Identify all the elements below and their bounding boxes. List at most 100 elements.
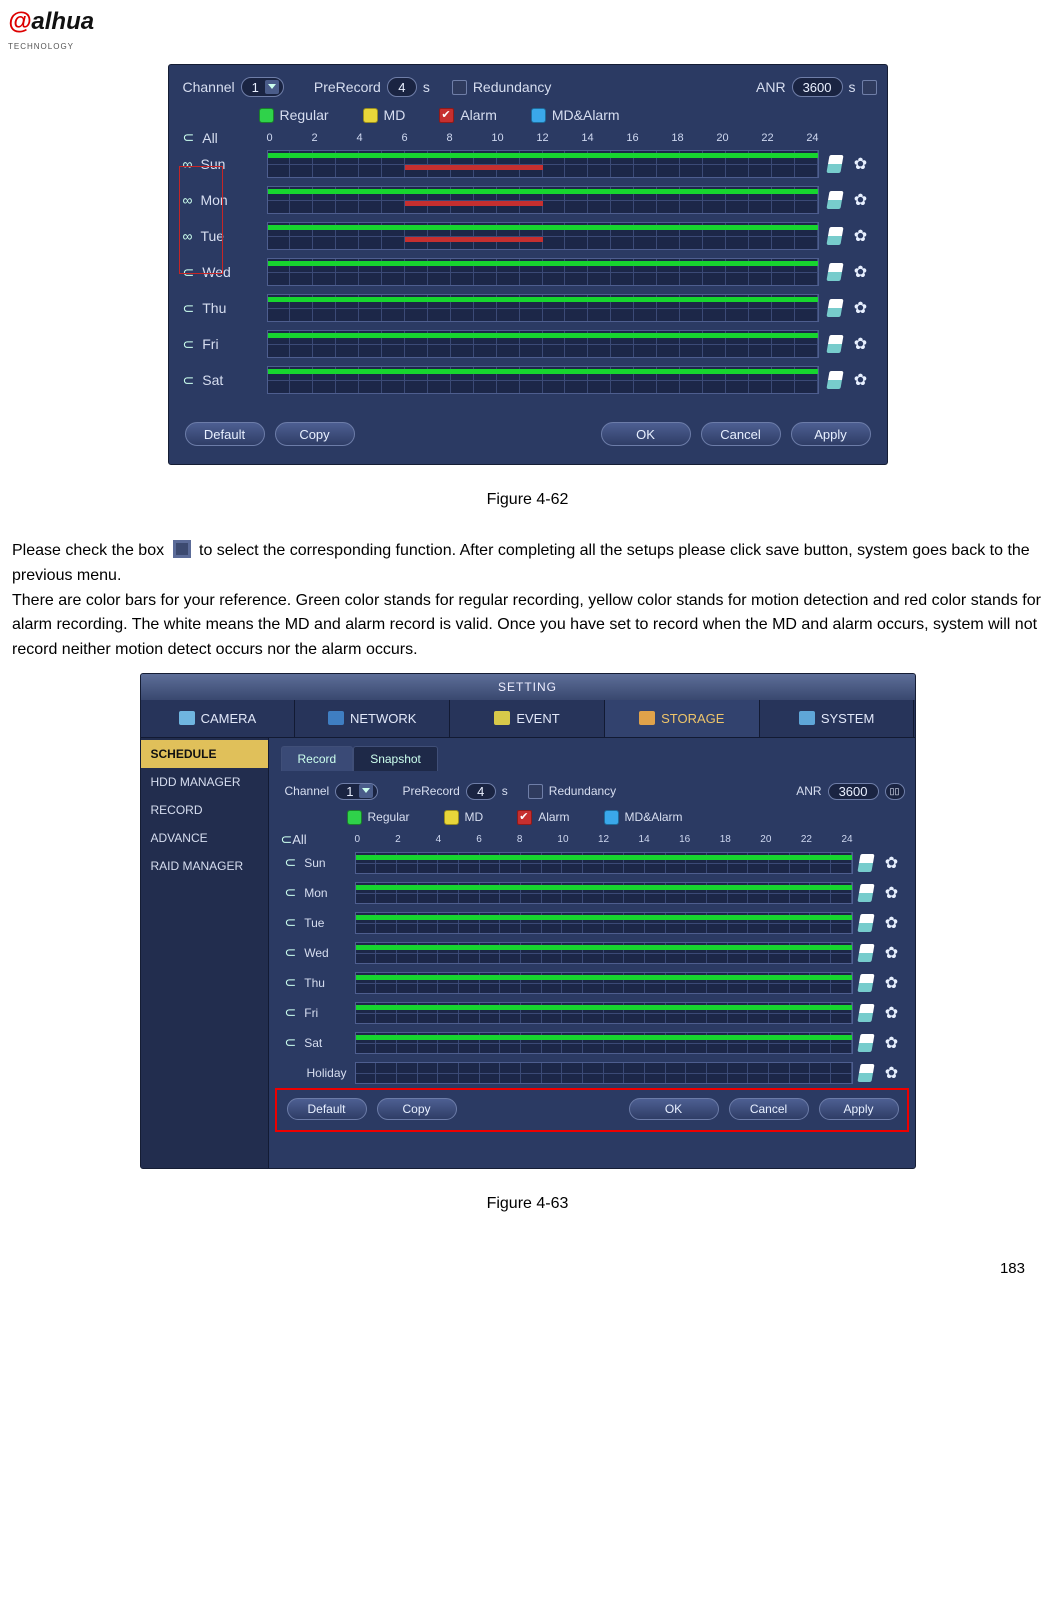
ok-button[interactable]: OK [601, 422, 691, 446]
gear-icon[interactable]: ✿ [885, 973, 898, 993]
sidebar-item-record[interactable]: RECORD [141, 796, 268, 824]
default-button[interactable]: Default [185, 422, 265, 446]
copy-button[interactable]: Copy [377, 1098, 457, 1120]
legend-alarm-checkbox[interactable] [439, 108, 454, 123]
tab-camera[interactable]: CAMERA [141, 700, 296, 737]
channel-select[interactable]: 1 [335, 783, 378, 800]
gear-icon[interactable]: ✿ [854, 298, 867, 318]
subtab-snapshot[interactable]: Snapshot [353, 746, 438, 771]
network-icon [328, 711, 344, 725]
link-icon[interactable]: ⊂ [183, 300, 195, 317]
anr-extra[interactable]: ▯▯ [885, 783, 905, 800]
link-icon[interactable]: ⊂ [285, 974, 297, 991]
eraser-icon[interactable] [857, 1034, 874, 1052]
eraser-icon[interactable] [857, 884, 874, 902]
tab-event[interactable]: EVENT [450, 700, 605, 737]
cancel-button[interactable]: Cancel [701, 422, 781, 446]
eraser-icon[interactable] [826, 371, 843, 389]
sidebar-item-raid[interactable]: RAID MANAGER [141, 852, 268, 880]
eraser-icon[interactable] [826, 227, 843, 245]
schedule-grid[interactable] [355, 882, 853, 904]
figure-caption-1: Figure 4-62 [8, 491, 1047, 509]
schedule-grid[interactable] [355, 942, 853, 964]
schedule-grid[interactable] [267, 294, 819, 322]
link-icon[interactable]: ⊂ [285, 1004, 297, 1021]
eraser-icon[interactable] [857, 944, 874, 962]
gear-icon[interactable]: ✿ [885, 913, 898, 933]
day-label: Fri [202, 336, 218, 352]
redundancy-checkbox[interactable] [528, 784, 543, 799]
gear-icon[interactable]: ✿ [885, 1033, 898, 1053]
prerecord-input[interactable]: 4 [387, 77, 417, 97]
schedule-grid[interactable] [355, 1062, 853, 1084]
schedule-grid[interactable] [267, 330, 819, 358]
gear-icon[interactable]: ✿ [885, 1003, 898, 1023]
subtab-record[interactable]: Record [281, 746, 354, 771]
sidebar-item-hdd[interactable]: HDD MANAGER [141, 768, 268, 796]
gear-icon[interactable]: ✿ [854, 370, 867, 390]
anr-input[interactable]: 3600 [792, 77, 843, 97]
link-icon[interactable]: ⊂ [183, 264, 195, 281]
eraser-icon[interactable] [826, 299, 843, 317]
anr-unit: s [849, 79, 856, 95]
eraser-icon[interactable] [857, 1064, 874, 1082]
tab-network[interactable]: NETWORK [295, 700, 450, 737]
link-icon[interactable]: ⊂ [285, 1034, 297, 1051]
link-icon[interactable]: ⊂ [285, 854, 297, 871]
gear-icon[interactable]: ✿ [854, 190, 867, 210]
anr-checkbox[interactable] [862, 80, 877, 95]
tab-system[interactable]: SYSTEM [760, 700, 915, 737]
channel-select[interactable]: 1 [241, 77, 284, 97]
ok-button[interactable]: OK [629, 1098, 719, 1120]
schedule-grid[interactable] [267, 186, 819, 214]
schedule-grid[interactable] [267, 150, 819, 178]
schedule-grid[interactable] [267, 258, 819, 286]
eraser-icon[interactable] [857, 974, 874, 992]
gear-icon[interactable]: ✿ [854, 226, 867, 246]
schedule-grid[interactable] [355, 1002, 853, 1024]
gear-icon[interactable]: ✿ [885, 943, 898, 963]
schedule-grid[interactable] [355, 972, 853, 994]
schedule-grid[interactable] [355, 1032, 853, 1054]
day-row: ⊂Wed✿ [281, 938, 905, 968]
link-icon[interactable]: ∞ [183, 228, 193, 244]
schedule-grid[interactable] [355, 852, 853, 874]
gear-icon[interactable]: ✿ [885, 883, 898, 903]
tab-storage[interactable]: STORAGE [605, 700, 760, 737]
eraser-icon[interactable] [826, 335, 843, 353]
prerecord-input[interactable]: 4 [466, 783, 496, 800]
day-label: Sat [202, 372, 223, 388]
copy-button[interactable]: Copy [275, 422, 355, 446]
eraser-icon[interactable] [826, 155, 843, 173]
eraser-icon[interactable] [826, 263, 843, 281]
default-button[interactable]: Default [287, 1098, 367, 1120]
sidebar-item-advance[interactable]: ADVANCE [141, 824, 268, 852]
gear-icon[interactable]: ✿ [885, 1063, 898, 1083]
link-icon[interactable]: ⊂ [183, 336, 195, 353]
cancel-button[interactable]: Cancel [729, 1098, 809, 1120]
schedule-grid[interactable] [267, 366, 819, 394]
link-icon[interactable]: ⊂ [285, 944, 297, 961]
eraser-icon[interactable] [857, 854, 874, 872]
link-icon[interactable]: ∞ [183, 156, 193, 172]
eraser-icon[interactable] [857, 1004, 874, 1022]
gear-icon[interactable]: ✿ [854, 262, 867, 282]
apply-button[interactable]: Apply [791, 422, 871, 446]
link-icon[interactable]: ⊂ [285, 914, 297, 931]
redundancy-checkbox[interactable] [452, 80, 467, 95]
eraser-icon[interactable] [857, 914, 874, 932]
link-icon[interactable]: ∞ [183, 192, 193, 208]
eraser-icon[interactable] [826, 191, 843, 209]
gear-icon[interactable]: ✿ [854, 154, 867, 174]
schedule-grid[interactable] [355, 912, 853, 934]
apply-button[interactable]: Apply [819, 1098, 899, 1120]
link-icon[interactable]: ⊂ [285, 884, 297, 901]
schedule-grid[interactable] [267, 222, 819, 250]
anr-input[interactable]: 3600 [828, 783, 879, 800]
gear-icon[interactable]: ✿ [854, 334, 867, 354]
gear-icon[interactable]: ✿ [885, 853, 898, 873]
link-icon[interactable]: ⊂ [183, 372, 195, 389]
day-row-mon: ∞Mon ✿ [179, 182, 877, 218]
sidebar-item-schedule[interactable]: SCHEDULE [141, 740, 268, 768]
legend-alarm-checkbox[interactable] [517, 810, 532, 825]
